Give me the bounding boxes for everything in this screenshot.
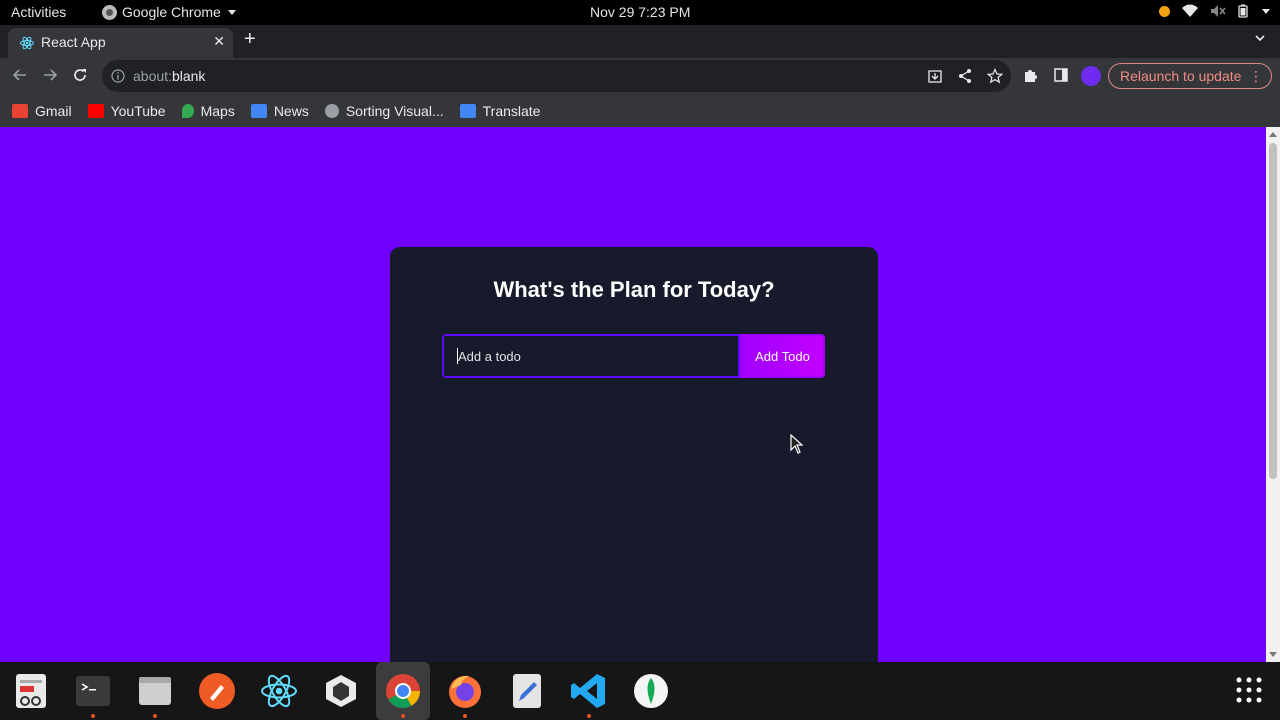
scrollbar-thumb[interactable] [1269,143,1277,479]
bookmark-news[interactable]: News [250,102,309,119]
page-scrollbar[interactable] [1266,127,1280,662]
tab-strip: React App ✕ + [0,25,1280,58]
chevron-down-icon [227,9,236,15]
running-indicator [463,714,467,718]
news-icon [250,103,267,118]
close-tab-icon[interactable]: ✕ [213,33,225,50]
running-indicator [153,714,157,718]
bookmark-label: YouTube [110,102,166,119]
text-cursor [457,348,458,364]
system-tray[interactable] [1159,4,1270,18]
install-icon[interactable] [927,68,943,84]
running-indicator [401,714,405,718]
bookmark-youtube[interactable]: YouTube [87,102,166,119]
files-icon [139,677,171,705]
new-tab-button[interactable]: + [244,28,256,51]
bookmark-label: News [273,102,309,119]
dock-mongodb-compass[interactable] [624,662,678,720]
forward-arrow-icon[interactable] [42,67,58,83]
bookmark-maps[interactable]: Maps [181,102,235,119]
reload-icon[interactable] [72,67,88,83]
todo-card: What's the Plan for Today? Add Todo [390,247,878,662]
dock-gedit[interactable] [500,662,554,720]
dock-terminal[interactable] [66,662,120,720]
tab-search-chevron-icon[interactable] [1254,32,1266,44]
clock[interactable]: Nov 29 7:23 PM [590,4,690,20]
browser-toolbar: about:blank Relaunch to update ⋮ [0,58,1280,94]
notification-dot-icon [1159,5,1170,17]
chrome-icon [102,4,117,20]
gmail-icon [12,103,28,118]
url-scheme: about: [133,68,172,84]
unity-icon [326,675,356,707]
firefox-icon [449,675,481,708]
bookmark-sorting-visual[interactable]: Sorting Visual... [324,102,444,119]
terminal-icon [76,676,110,706]
kebab-menu-icon[interactable]: ⋮ [1249,68,1263,85]
system-menu-chevron-icon [1262,8,1270,14]
bookmark-label: Translate [482,102,541,119]
tab-title: React App [41,34,106,50]
react-icon [261,674,297,708]
vscode-icon [571,674,605,708]
dock-text-editor[interactable] [4,662,58,720]
tab-react-app[interactable]: React App ✕ [8,28,233,58]
relaunch-label: Relaunch to update [1120,68,1242,84]
globe-icon [324,103,339,118]
extensions-puzzle-icon[interactable] [1023,67,1039,83]
gedit-icon [513,674,541,708]
scroll-down-arrow-icon[interactable] [1269,652,1277,657]
show-applications-icon[interactable] [1236,677,1262,703]
profile-avatar[interactable] [1081,66,1101,86]
mouse-pointer-icon [790,434,804,454]
bookmark-translate[interactable]: Translate [459,102,541,119]
dock-unity[interactable] [314,662,368,720]
postman-icon [199,673,235,709]
maps-icon [181,103,194,118]
running-indicator [587,714,591,718]
dock-chrome[interactable] [376,662,430,720]
address-bar-actions [927,68,1003,84]
volume-muted-icon [1211,5,1226,17]
system-top-bar: Activities Google Chrome Nov 29 7:23 PM [0,0,1280,25]
bookmark-label: Maps [200,102,235,119]
dock-react-tool[interactable] [252,662,306,720]
react-favicon-icon [20,36,34,50]
side-panel-icon[interactable] [1053,67,1069,83]
running-indicator [91,714,95,718]
youtube-icon [87,103,104,118]
back-arrow-icon[interactable] [12,67,28,83]
share-icon[interactable] [957,68,973,84]
todo-input[interactable] [442,334,740,378]
dock-files[interactable] [128,662,182,720]
chrome-icon [386,674,420,708]
mongodb-icon [634,674,668,708]
page-viewport: What's the Plan for Today? Add Todo [0,127,1266,662]
relaunch-to-update-button[interactable]: Relaunch to update ⋮ [1108,63,1272,89]
bookmarks-bar: Gmail YouTube Maps News Sorting Visual..… [0,94,1280,127]
address-bar[interactable]: about:blank [102,60,1011,92]
bookmark-label: Gmail [35,102,72,119]
todo-form: Add Todo [442,334,825,378]
dock-firefox[interactable] [438,662,492,720]
text-editor-icon [16,674,46,708]
app-menu[interactable]: Google Chrome [102,4,236,20]
bookmark-star-icon[interactable] [987,68,1003,84]
bookmark-gmail[interactable]: Gmail [12,103,72,119]
wifi-icon [1182,4,1198,17]
dock-postman[interactable] [190,662,244,720]
app-menu-label: Google Chrome [122,4,221,20]
activities-button[interactable]: Activities [11,4,66,20]
page-title: What's the Plan for Today? [493,277,775,302]
dock-vscode[interactable] [562,662,616,720]
info-icon[interactable] [111,69,125,83]
add-todo-button[interactable]: Add Todo [740,334,825,378]
url-path: blank [171,68,206,84]
scroll-up-arrow-icon[interactable] [1269,132,1277,137]
bookmark-label: Sorting Visual... [345,102,444,119]
dock [0,662,1280,720]
translate-icon [459,103,476,118]
url-text: about:blank [133,68,205,84]
battery-icon [1238,4,1248,18]
